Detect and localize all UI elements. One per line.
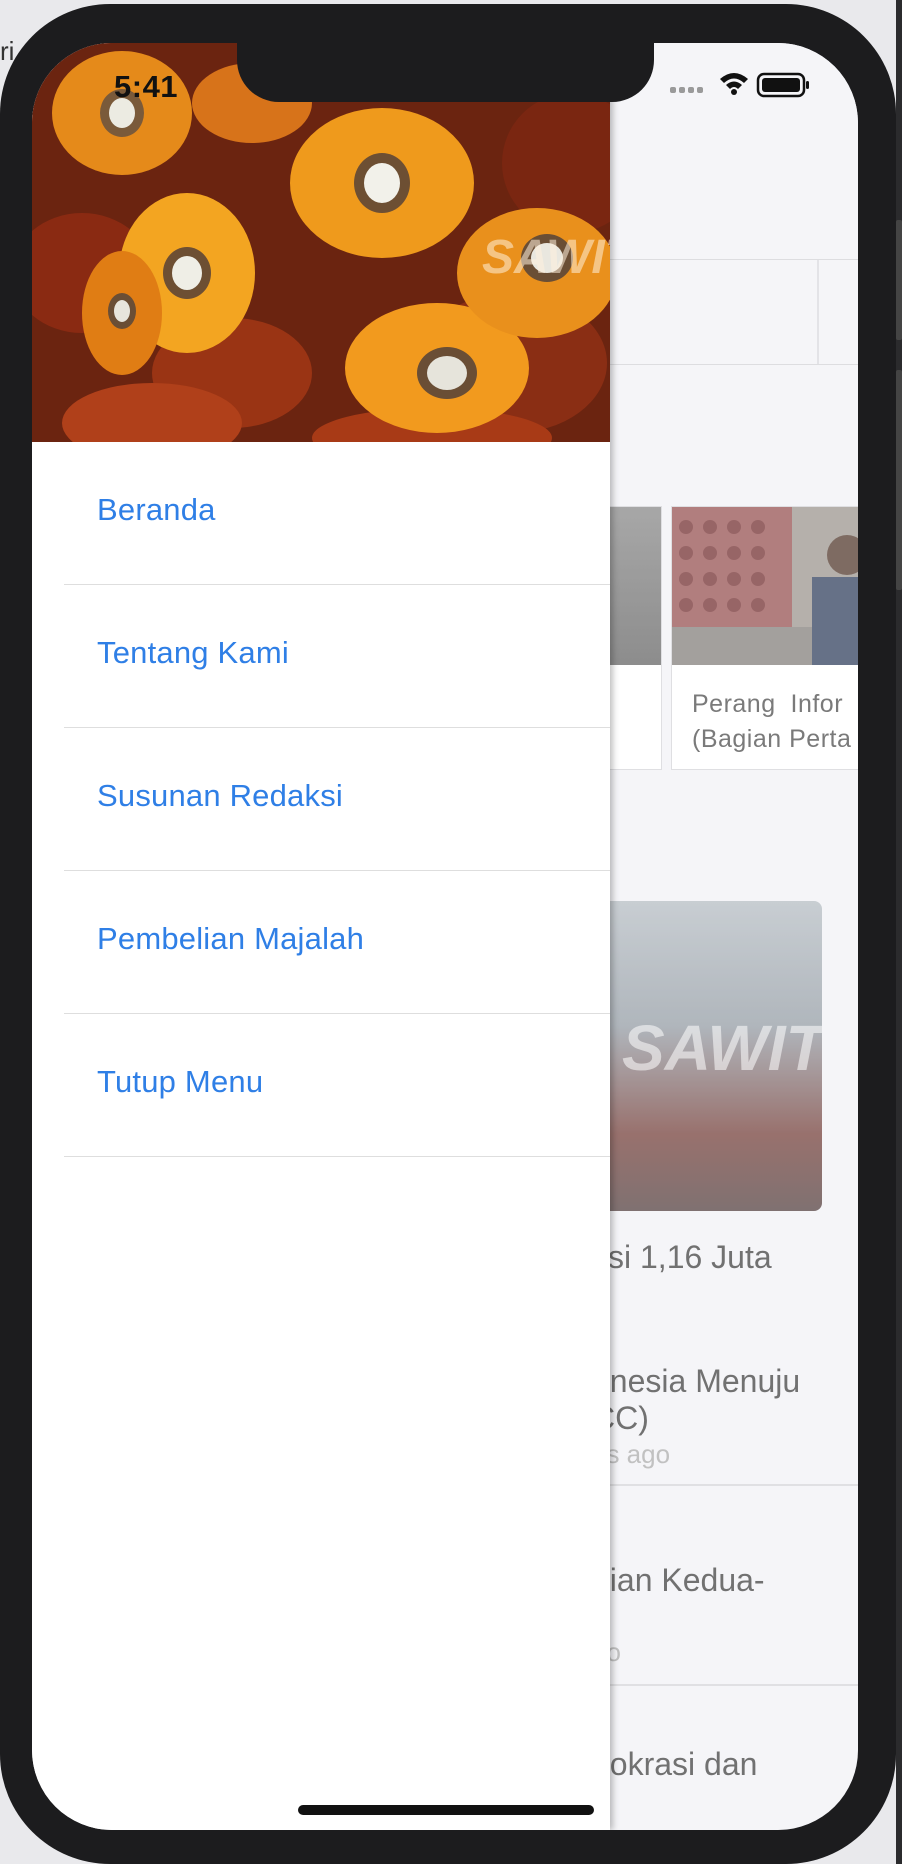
home-indicator[interactable] bbox=[298, 1805, 594, 1815]
side-button bbox=[896, 220, 902, 340]
drawer-menu: Beranda Tentang Kami Susunan Redaksi Pem… bbox=[32, 442, 610, 1157]
menu-item-label: Beranda bbox=[97, 492, 216, 527]
menu-item-label: Pembelian Majalah bbox=[97, 921, 365, 956]
window-edge-text: ri bbox=[0, 36, 15, 66]
menu-item-tutup-menu[interactable]: Tutup Menu bbox=[64, 1014, 610, 1157]
menu-item-susunan-redaksi[interactable]: Susunan Redaksi bbox=[64, 728, 610, 871]
menu-item-beranda[interactable]: Beranda bbox=[64, 442, 610, 585]
wifi-icon bbox=[720, 73, 748, 95]
cellular-icon bbox=[670, 87, 703, 93]
status-time: 5:41 bbox=[114, 69, 179, 104]
battery-icon bbox=[756, 72, 809, 98]
status-icons bbox=[670, 69, 820, 99]
menu-item-pembelian-majalah[interactable]: Pembelian Majalah bbox=[64, 871, 610, 1014]
phone-screen: da Perang Infor (Bagi bbox=[32, 43, 858, 1830]
menu-item-label: Tentang Kami bbox=[97, 635, 289, 670]
menu-item-tentang-kami[interactable]: Tentang Kami bbox=[64, 585, 610, 728]
side-drawer: SAWIT Beranda Tentang Kami Susunan Redak… bbox=[32, 43, 610, 1830]
device-notch bbox=[237, 43, 654, 102]
menu-item-label: Tutup Menu bbox=[97, 1064, 264, 1099]
side-button bbox=[896, 370, 902, 590]
menu-item-label: Susunan Redaksi bbox=[97, 778, 343, 813]
svg-text:SAWIT: SAWIT bbox=[482, 231, 610, 284]
